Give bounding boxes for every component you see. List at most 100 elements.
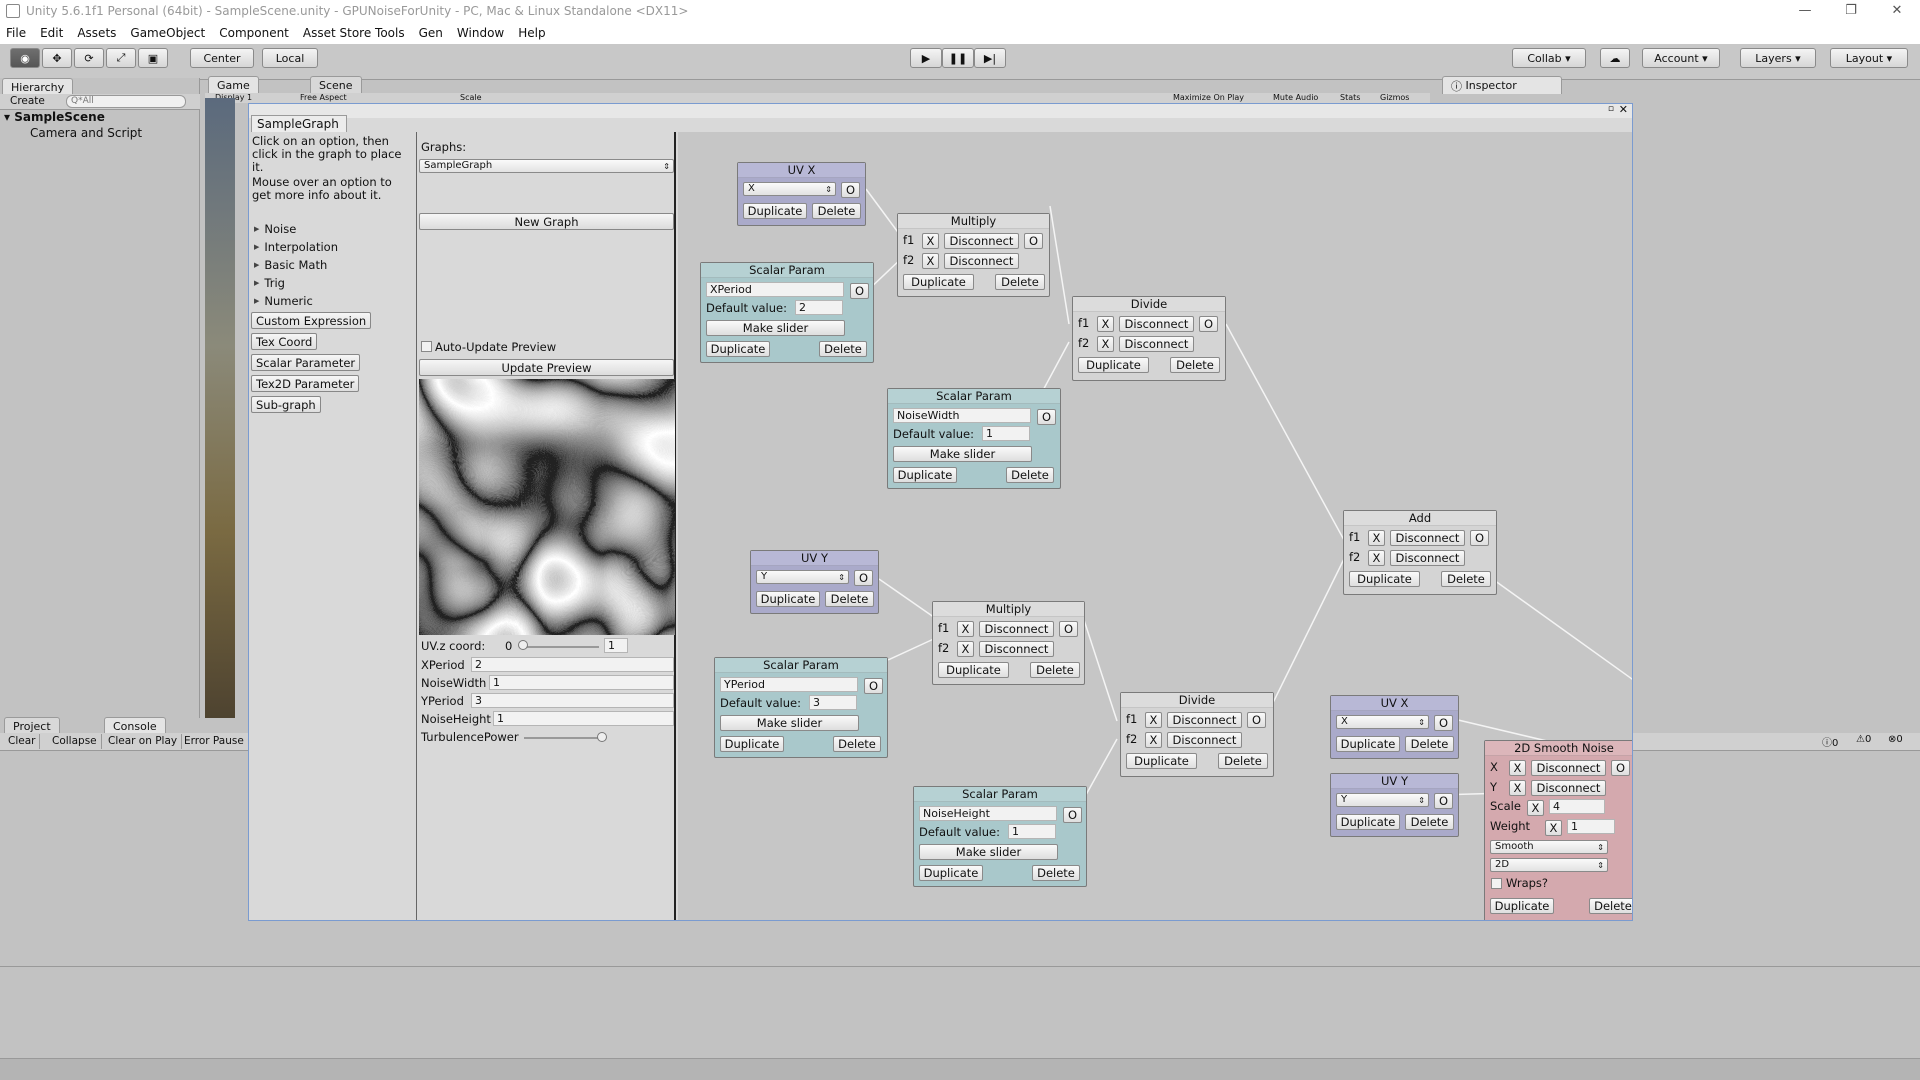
menu-gen[interactable]: Gen bbox=[419, 26, 443, 40]
output-button[interactable]: O bbox=[1059, 621, 1078, 637]
disconnect-button[interactable]: Disconnect bbox=[1167, 732, 1242, 748]
disconnect-x-button[interactable]: X bbox=[1097, 316, 1114, 332]
multiply-node[interactable]: Multiply f1 X Disconnect O f2 X Disconne… bbox=[897, 213, 1050, 297]
axis-select[interactable]: Y bbox=[1336, 793, 1429, 807]
delete-button[interactable]: Delete bbox=[1170, 357, 1220, 373]
output-button[interactable]: O bbox=[1063, 807, 1082, 823]
delete-button[interactable]: Delete bbox=[812, 203, 861, 219]
axis-select[interactable]: Y bbox=[756, 570, 849, 584]
close-icon[interactable]: ✕ bbox=[1874, 0, 1920, 22]
output-button[interactable]: O bbox=[864, 678, 883, 694]
fold-numeric[interactable]: Numeric bbox=[249, 292, 416, 310]
collapse-button[interactable]: Collapse bbox=[48, 734, 102, 749]
interpolation-select[interactable]: Smooth bbox=[1490, 840, 1608, 854]
disconnect-button[interactable]: Disconnect bbox=[1167, 712, 1242, 728]
output-button[interactable]: O bbox=[1247, 712, 1266, 728]
param-name-field[interactable]: NoiseWidth bbox=[893, 408, 1031, 423]
menu-component[interactable]: Component bbox=[219, 26, 289, 40]
clear-button[interactable]: Clear bbox=[4, 734, 41, 749]
divide-node[interactable]: Divide f1 X Disconnect O f2 X Disconnect… bbox=[1120, 692, 1274, 777]
disconnect-button[interactable]: Disconnect bbox=[979, 641, 1054, 657]
aspect-dropdown[interactable]: Free Aspect bbox=[300, 93, 347, 102]
output-button[interactable]: O bbox=[1199, 316, 1218, 332]
scalar-param-node[interactable]: Scalar Param NoiseHeight O Default value… bbox=[913, 786, 1087, 887]
menu-help[interactable]: Help bbox=[518, 26, 545, 40]
duplicate-button[interactable]: Duplicate bbox=[903, 274, 974, 290]
param-name-field[interactable]: XPeriod bbox=[706, 282, 844, 297]
delete-button[interactable]: Delete bbox=[819, 341, 867, 357]
turbulence-slider[interactable] bbox=[524, 737, 602, 739]
disconnect-x-button[interactable]: X bbox=[1545, 820, 1562, 836]
output-button[interactable]: O bbox=[1434, 715, 1453, 731]
cloud-button[interactable]: ☁ bbox=[1600, 48, 1630, 68]
duplicate-button[interactable]: Duplicate bbox=[756, 591, 820, 607]
output-button[interactable]: O bbox=[1470, 530, 1489, 546]
scalar-parameter-button[interactable]: Scalar Parameter bbox=[251, 354, 361, 371]
fold-noise[interactable]: Noise bbox=[249, 220, 416, 238]
duplicate-button[interactable]: Duplicate bbox=[1078, 357, 1149, 373]
disconnect-button[interactable]: Disconnect bbox=[1390, 530, 1465, 546]
disconnect-x-button[interactable]: X bbox=[922, 233, 939, 249]
account-button[interactable]: Account ▾ bbox=[1642, 48, 1720, 68]
duplicate-button[interactable]: Duplicate bbox=[938, 662, 1009, 678]
add-node[interactable]: Add f1 X Disconnect O f2 X Disconnect Du… bbox=[1343, 510, 1497, 595]
smooth-noise-node[interactable]: 2D Smooth Noise X X Disconnect O Y X Dis… bbox=[1484, 740, 1632, 920]
default-value-field[interactable]: 1 bbox=[1008, 824, 1056, 839]
delete-button[interactable]: Delete bbox=[995, 274, 1045, 290]
pivot-local-button[interactable]: Local bbox=[262, 48, 318, 68]
rotate-tool-button[interactable]: ⟳ bbox=[74, 48, 104, 68]
disconnect-button[interactable]: Disconnect bbox=[1531, 780, 1606, 796]
default-value-field[interactable]: 3 bbox=[809, 695, 857, 710]
weight-field[interactable]: 1 bbox=[1567, 819, 1615, 834]
uv-y-node[interactable]: UV Y Y O Duplicate Delete bbox=[750, 550, 879, 614]
disconnect-button[interactable]: Disconnect bbox=[944, 233, 1019, 249]
tab-samplegraph[interactable]: SampleGraph bbox=[251, 115, 347, 132]
create-dropdown[interactable]: Create bbox=[10, 95, 45, 107]
turbulence-slider-thumb[interactable] bbox=[597, 732, 607, 742]
scalar-param-node[interactable]: Scalar Param NoiseWidth O Default value:… bbox=[887, 388, 1061, 489]
disconnect-button[interactable]: Disconnect bbox=[1119, 316, 1194, 332]
output-button[interactable]: O bbox=[1024, 233, 1043, 249]
layout-button[interactable]: Layout ▾ bbox=[1830, 48, 1908, 68]
duplicate-button[interactable]: Duplicate bbox=[743, 203, 807, 219]
duplicate-button[interactable]: Duplicate bbox=[706, 341, 770, 357]
step-button[interactable]: ▶| bbox=[974, 48, 1006, 68]
maximize-icon[interactable]: ▫ bbox=[1608, 104, 1614, 114]
make-slider-button[interactable]: Make slider bbox=[720, 715, 859, 731]
tab-scene[interactable]: Scene bbox=[310, 76, 362, 94]
disconnect-x-button[interactable]: X bbox=[957, 621, 974, 637]
param-value-field[interactable]: 1 bbox=[493, 711, 674, 726]
output-button[interactable]: O bbox=[841, 182, 860, 198]
disconnect-x-button[interactable]: X bbox=[1368, 530, 1385, 546]
disconnect-button[interactable]: Disconnect bbox=[979, 621, 1054, 637]
output-button[interactable]: O bbox=[1611, 760, 1630, 776]
view-tool-button[interactable]: ◉ bbox=[10, 48, 40, 68]
delete-button[interactable]: Delete bbox=[1032, 865, 1080, 881]
uv-x-node[interactable]: UV X X O Duplicate Delete bbox=[1330, 695, 1459, 759]
delete-button[interactable]: Delete bbox=[1405, 814, 1454, 830]
uv-x-node[interactable]: UV X X O Duplicate Delete bbox=[737, 162, 866, 226]
scalar-param-node[interactable]: Scalar Param XPeriod O Default value: 2 … bbox=[700, 262, 874, 363]
play-button[interactable]: ▶ bbox=[910, 48, 942, 68]
menu-edit[interactable]: Edit bbox=[40, 26, 63, 40]
scale-tool-button[interactable]: ⤢ bbox=[106, 48, 136, 68]
maximize-toggle[interactable]: Maximize On Play bbox=[1173, 93, 1244, 102]
stats-toggle[interactable]: Stats bbox=[1340, 93, 1360, 102]
tex2d-parameter-button[interactable]: Tex2D Parameter bbox=[251, 375, 360, 392]
clear-on-play-button[interactable]: Clear on Play bbox=[104, 734, 183, 749]
menu-gameobject[interactable]: GameObject bbox=[130, 26, 205, 40]
output-button[interactable]: O bbox=[1037, 409, 1056, 425]
gizmos-dropdown[interactable]: Gizmos bbox=[1380, 93, 1409, 102]
scalar-param-node[interactable]: Scalar Param YPeriod O Default value: 3 … bbox=[714, 657, 888, 758]
uv-y-node[interactable]: UV Y Y O Duplicate Delete bbox=[1330, 773, 1459, 837]
disconnect-button[interactable]: Disconnect bbox=[1390, 550, 1465, 566]
make-slider-button[interactable]: Make slider bbox=[893, 446, 1032, 462]
error-pause-button[interactable]: Error Pause bbox=[180, 734, 249, 749]
disconnect-button[interactable]: Disconnect bbox=[944, 253, 1019, 269]
tex-coord-button[interactable]: Tex Coord bbox=[251, 333, 318, 350]
param-value-field[interactable]: 3 bbox=[471, 693, 674, 708]
hierarchy-search-input[interactable]: Q*All bbox=[66, 95, 186, 108]
new-graph-button[interactable]: New Graph bbox=[419, 213, 674, 230]
disconnect-x-button[interactable]: X bbox=[957, 641, 974, 657]
sub-graph-button[interactable]: Sub-graph bbox=[251, 396, 321, 413]
